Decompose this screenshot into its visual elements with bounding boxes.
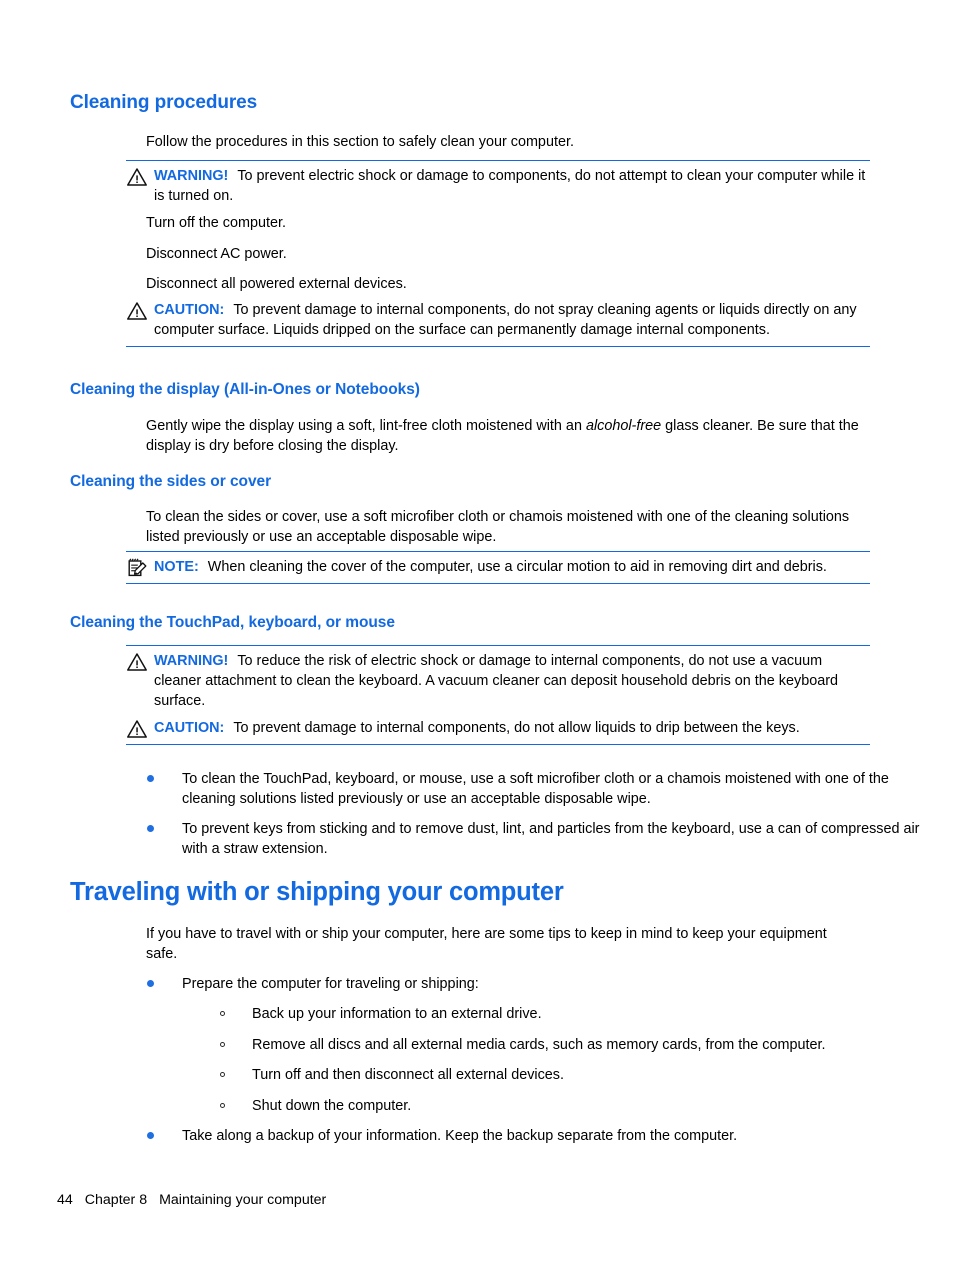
- footer-page-number: 44: [57, 1192, 73, 1208]
- list-item: Prepare the computer for traveling or sh…: [147, 974, 934, 994]
- admonition-note-cover: NOTE: When cleaning the cover of the comp…: [126, 551, 870, 584]
- sub-bullet-circle-icon: [220, 1011, 225, 1016]
- cleaning-display-paragraph: Gently wipe the display using a soft, li…: [146, 416, 866, 456]
- admonition-body: To prevent damage to internal components…: [154, 302, 857, 338]
- admonition-label: NOTE:: [154, 559, 199, 575]
- footer-chapter-title: Maintaining your computer: [159, 1192, 327, 1208]
- bullet-dot-icon: [147, 825, 154, 832]
- admonition-body: To reduce the risk of electric shock or …: [154, 653, 838, 709]
- bullet-dot-icon: [147, 775, 154, 782]
- cleaning-sides-paragraph: To clean the sides or cover, use a soft …: [146, 509, 850, 545]
- section-title: Cleaning procedures: [70, 92, 258, 113]
- subsection-title-cleaning-sides: Cleaning the sides or cover: [70, 473, 272, 490]
- list-item: Turn off and then disconnect all externa…: [220, 1065, 942, 1085]
- bullet-dot-icon: [147, 1132, 154, 1139]
- admonition-body: To prevent electric shock or damage to c…: [154, 168, 866, 204]
- page-title-traveling: Traveling with or shipping your computer: [70, 878, 564, 906]
- list-item: Back up your information to an external …: [220, 1004, 942, 1024]
- admonition-caution-keys: CAUTION: To prevent damage to internal co…: [126, 718, 870, 745]
- warning-triangle-icon: [126, 167, 148, 187]
- display-text-before: Gently wipe the display using a soft, li…: [146, 418, 586, 434]
- page-footer: 44 Chapter 8 Maintaining your computer: [57, 1191, 326, 1209]
- sub-bullet-circle-icon: [220, 1103, 225, 1108]
- list-item-text: To clean the TouchPad, keyboard, or mous…: [182, 771, 889, 807]
- list-item: Take along a backup of your information.…: [147, 1126, 934, 1146]
- bullet-dot-icon: [147, 980, 154, 987]
- subsection-title-cleaning-display: Cleaning the display (All-in-Ones or Not…: [70, 381, 420, 398]
- sub-bullet-circle-icon: [220, 1042, 225, 1047]
- list-item: To clean the TouchPad, keyboard, or mous…: [147, 769, 934, 809]
- footer-chapter: Chapter 8: [84, 1192, 148, 1208]
- step-line-1: Turn off the computer.: [146, 215, 286, 231]
- section-heading-cleaning-procedures: Cleaning procedures: [70, 92, 257, 114]
- admonition-warning-vacuum: WARNING! To reduce the risk of electric s…: [126, 645, 870, 711]
- document-page: Cleaning procedures Follow the procedure…: [0, 0, 954, 1270]
- admonition-label: CAUTION:: [154, 720, 225, 736]
- admonition-text: NOTE: When cleaning the cover of the comp…: [154, 557, 870, 577]
- admonition-warning-clean: WARNING! To prevent electric shock or dam…: [126, 160, 870, 206]
- list-item-text: Back up your information to an external …: [252, 1006, 542, 1022]
- step-line-3: Disconnect all powered external devices.: [146, 276, 407, 292]
- admonition-label: WARNING!: [154, 168, 229, 184]
- admonition-body: To prevent damage to internal components…: [233, 720, 800, 736]
- list-item-text: Remove all discs and all external media …: [252, 1037, 826, 1053]
- admonition-caution-spray: CAUTION: To prevent damage to internal co…: [126, 300, 870, 347]
- list-item: To prevent keys from sticking and to rem…: [147, 819, 934, 859]
- list-item-text: Prepare the computer for traveling or sh…: [182, 976, 479, 992]
- sub-bullet-circle-icon: [220, 1072, 225, 1077]
- intro-paragraph: Follow the procedures in this section to…: [146, 134, 574, 150]
- list-item-text: Take along a backup of your information.…: [182, 1128, 738, 1144]
- display-italic-phrase: alcohol-free: [585, 418, 662, 434]
- admonition-text: CAUTION: To prevent damage to internal co…: [154, 718, 870, 738]
- admonition-text: CAUTION: To prevent damage to internal co…: [154, 300, 870, 340]
- caution-triangle-icon: [126, 719, 148, 739]
- note-pad-icon: [126, 558, 148, 578]
- admonition-body: When cleaning the cover of the computer,…: [207, 559, 827, 575]
- admonition-label: WARNING!: [154, 653, 229, 669]
- admonition-label: CAUTION:: [154, 302, 225, 318]
- subsection-title-cleaning-touchpad: Cleaning the TouchPad, keyboard, or mous…: [70, 614, 395, 631]
- caution-triangle-icon: [126, 301, 148, 321]
- admonition-text: WARNING! To reduce the risk of electric s…: [154, 651, 870, 711]
- list-item: Shut down the computer.: [220, 1096, 942, 1116]
- admonition-text: WARNING! To prevent electric shock or dam…: [154, 166, 870, 206]
- warning-triangle-icon: [126, 652, 148, 672]
- list-item: Remove all discs and all external media …: [220, 1035, 942, 1055]
- list-item-text: Shut down the computer.: [252, 1098, 412, 1114]
- traveling-intro-paragraph: If you have to travel with or ship your …: [146, 926, 827, 962]
- list-item-text: Turn off and then disconnect all externa…: [252, 1067, 564, 1083]
- list-item-text: To prevent keys from sticking and to rem…: [182, 821, 920, 857]
- step-line-2: Disconnect AC power.: [146, 246, 287, 262]
